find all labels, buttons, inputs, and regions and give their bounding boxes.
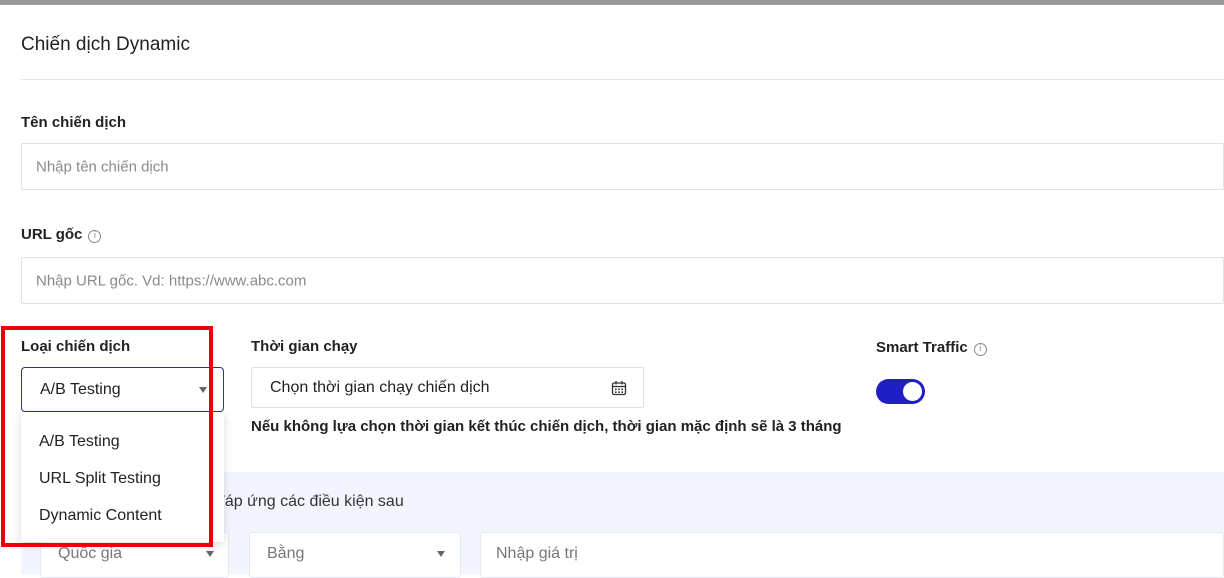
run-time-note: Nếu không lựa chọn thời gian kết thúc ch…	[251, 418, 842, 435]
calendar-icon	[611, 381, 627, 396]
top-border	[0, 0, 1224, 5]
title-divider	[21, 79, 1224, 80]
base-url-label: URL gốc	[21, 226, 83, 243]
campaign-name-input[interactable]: Nhập tên chiến dịch	[21, 143, 1224, 190]
condition-value-placeholder: Nhập giá trị	[496, 545, 578, 562]
condition-value-input[interactable]: Nhập giá trị	[480, 532, 1224, 578]
campaign-type-label: Loại chiến dịch	[21, 338, 131, 355]
caret-down-icon	[199, 387, 207, 393]
info-icon[interactable]: i	[973, 343, 987, 356]
option-dynamic-content[interactable]: Dynamic Content	[39, 507, 162, 525]
smart-traffic-label-row: Smart Traffic i	[876, 339, 987, 356]
caret-down-icon	[437, 551, 445, 557]
caret-down-icon	[206, 551, 214, 557]
page-title: Chiến dịch Dynamic	[21, 34, 190, 55]
toggle-knob	[903, 382, 922, 401]
campaign-name-label: Tên chiến dịch	[21, 114, 127, 131]
run-time-picker[interactable]: Chọn thời gian chạy chiến dịch	[251, 367, 644, 408]
smart-traffic-label: Smart Traffic	[876, 339, 968, 356]
conditions-text: đáp ứng các điều kiện sau	[216, 493, 404, 510]
run-time-value: Chọn thời gian chạy chiến dịch	[270, 379, 490, 396]
option-url-split-testing[interactable]: URL Split Testing	[39, 470, 161, 488]
base-url-input[interactable]: Nhập URL gốc. Vd: https://www.abc.com	[21, 257, 1224, 304]
campaign-type-selected: A/B Testing	[40, 381, 121, 398]
campaign-type-dropdown: A/B Testing URL Split Testing Dynamic Co…	[21, 412, 224, 542]
base-url-placeholder: Nhập URL gốc. Vd: https://www.abc.com	[36, 272, 307, 289]
country-select-value: Quốc gia	[58, 545, 123, 562]
base-url-label-row: URL gốc i	[21, 226, 102, 243]
campaign-type-select[interactable]: A/B Testing	[21, 367, 224, 412]
smart-traffic-toggle[interactable]	[876, 379, 925, 404]
campaign-name-placeholder: Nhập tên chiến dịch	[36, 158, 169, 175]
operator-select-value: Bằng	[267, 545, 305, 562]
info-icon[interactable]: i	[88, 230, 102, 243]
operator-select[interactable]: Bằng	[249, 532, 461, 578]
option-ab-testing[interactable]: A/B Testing	[39, 433, 120, 451]
run-time-label: Thời gian chạy	[251, 338, 358, 355]
